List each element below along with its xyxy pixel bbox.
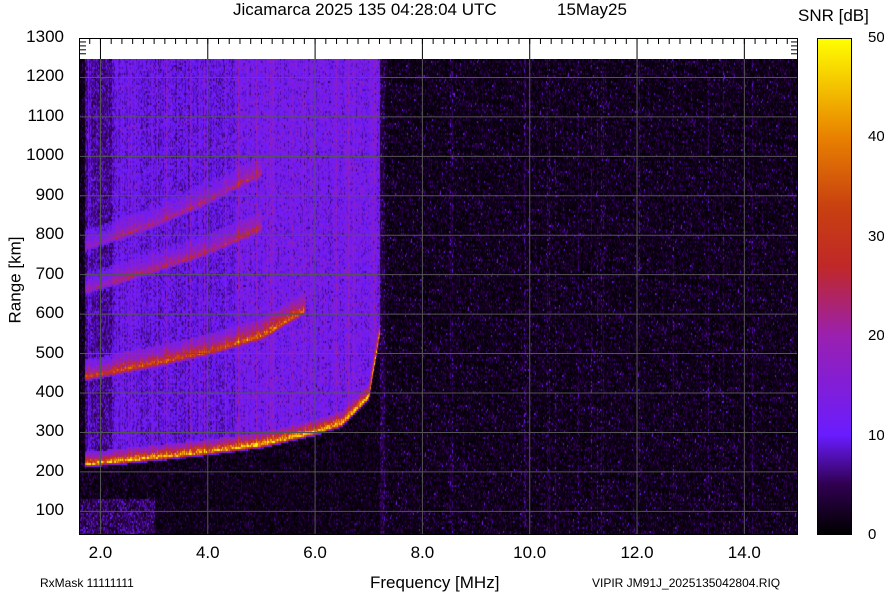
x-tick-label: 4.0 (195, 543, 220, 562)
colorbar-tick-label: 20 (868, 327, 884, 345)
x-tick-label: 8.0 (410, 543, 435, 562)
y-tick-label: 100 (35, 500, 64, 520)
y-tick-label: 1100 (27, 105, 64, 125)
file-name: VIPIR JM91J_2025135042804.RIQ (592, 576, 781, 590)
chart-date: 15May25 (557, 0, 627, 19)
colorbar (817, 38, 852, 535)
y-tick-label: 400 (35, 382, 64, 401)
colorbar-tick-label: 40 (868, 128, 884, 146)
colorbar-tick-label: 10 (868, 426, 884, 444)
colorbar-title: SNR [dB] (798, 6, 869, 25)
colorbar-tick-label: 50 (868, 29, 884, 46)
y-tick-label: 1300 (26, 27, 64, 46)
y-tick-label: 700 (35, 263, 64, 283)
rx-mask: RxMask 11111111 (40, 576, 134, 590)
colorbar-tick-label: 30 (868, 227, 884, 245)
colorbar-tick-label: 0 (868, 526, 877, 543)
y-tick-label: 1000 (26, 145, 64, 165)
y-tick-label: 900 (35, 184, 64, 204)
y-tick-label: 600 (35, 303, 64, 323)
x-tick-label: 14.0 (727, 543, 761, 562)
x-tick-label: 6.0 (303, 543, 327, 562)
x-tick-label: 10.0 (513, 543, 547, 562)
x-tick-label: 2.0 (88, 543, 113, 562)
grid-overlay (80, 39, 797, 534)
y-tick-label: 800 (35, 224, 64, 244)
y-tick-label: 200 (35, 460, 64, 480)
plot-area (79, 38, 798, 535)
ionogram-figure: Jicamarca 2025 135 04:28:04 UTC 15May25 … (0, 0, 884, 595)
x-axis-label: Frequency [MHz] (370, 573, 500, 592)
chart-title: Jicamarca 2025 135 04:28:04 UTC (233, 0, 497, 19)
y-tick-label: 500 (35, 342, 64, 362)
y-tick-label: 1200 (26, 66, 64, 86)
x-tick-label: 12.0 (620, 543, 654, 562)
y-tick-label: 300 (35, 421, 64, 441)
